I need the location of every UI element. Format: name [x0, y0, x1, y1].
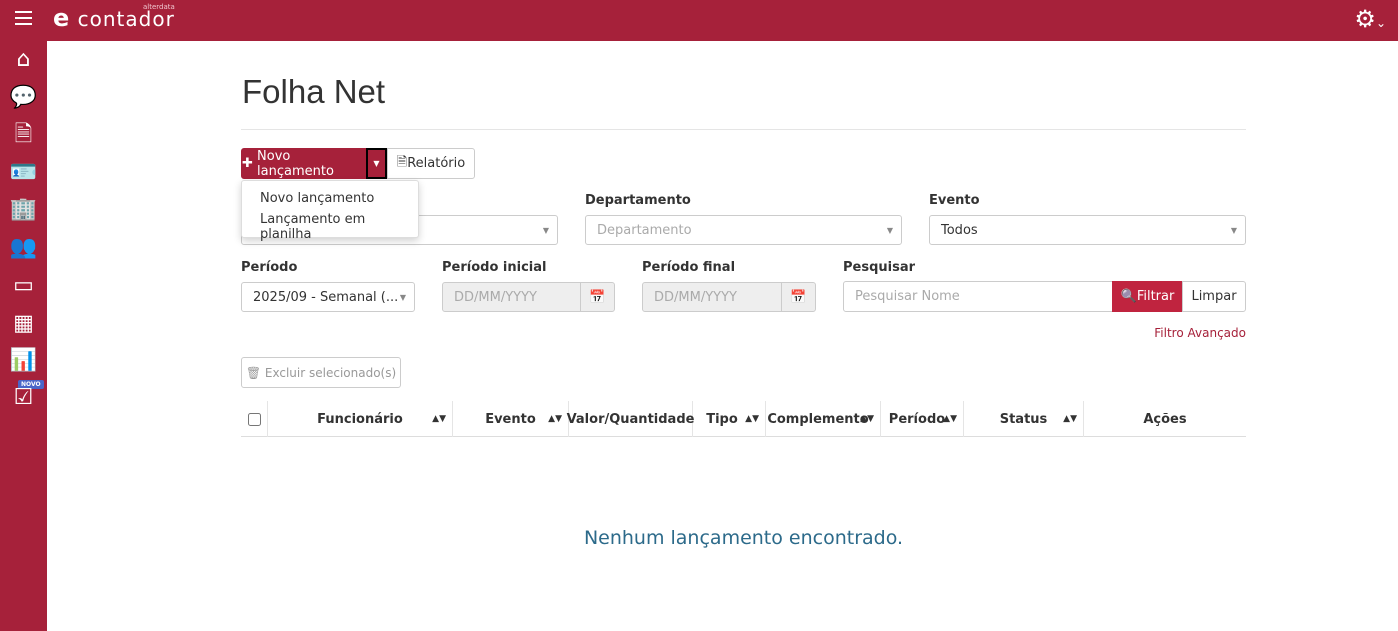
clear-button[interactable]: Limpar [1182, 281, 1246, 312]
building-icon[interactable]: 🏢 [10, 196, 37, 223]
top-bar: e contador alterdata ⚙⌄ [0, 0, 1398, 41]
column-evento[interactable]: Evento ▲▼ [453, 401, 569, 437]
periodo-inicial-input[interactable]: DD/MM/YYYY [442, 282, 582, 312]
evento-label: Evento [929, 193, 980, 208]
users-icon[interactable]: 👥 [10, 234, 37, 261]
trash-icon: 🗑 [245, 365, 265, 380]
chat-icon[interactable]: 💬 [10, 84, 37, 111]
caret-down-icon: ▼ [373, 159, 380, 168]
new-entry-button[interactable]: ✚ Novo lançamento [241, 148, 367, 179]
advanced-filter-link[interactable]: Filtro Avançado [1154, 326, 1246, 340]
column-tipo[interactable]: Tipo ▲▼ [693, 401, 766, 437]
periodo-select[interactable]: 2025/09 - Semanal (... ▼ [241, 282, 415, 312]
calendar-icon[interactable]: 📅 [580, 282, 615, 312]
departamento-label: Departamento [585, 193, 691, 208]
page-title: Folha Net [242, 73, 386, 110]
checkbox[interactable] [247, 412, 261, 426]
empty-message: Nenhum lançamento encontrado. [583, 527, 904, 549]
hamburger-menu-icon[interactable] [15, 11, 32, 25]
contact-card-icon[interactable]: 🪪 [10, 159, 37, 186]
select-all-checkbox[interactable] [241, 401, 268, 437]
search-input[interactable]: Pesquisar Nome [843, 281, 1113, 312]
search-icon: 🔍 [1120, 289, 1137, 304]
credit-card-icon[interactable]: ▭ [10, 272, 37, 299]
logo: e contador alterdata [53, 3, 175, 32]
column-complemento[interactable]: Complemento ▲▼ [766, 401, 881, 437]
delete-selected-button[interactable]: 🗑 Excluir selecionado(s) [241, 357, 401, 388]
departamento-select[interactable]: Departamento ▼ [585, 215, 902, 245]
column-periodo[interactable]: Período ▲▼ [881, 401, 964, 437]
home-icon[interactable]: ⌂ [10, 46, 37, 73]
periodo-final-label: Período final [642, 260, 736, 275]
pesquisar-label: Pesquisar [843, 260, 916, 275]
settings-gear-icon[interactable]: ⚙⌄ [1354, 5, 1386, 33]
column-valor-quantidade[interactable]: Valor/Quantidade [567, 401, 694, 437]
new-entry-dropdown-toggle[interactable]: ▼ [366, 148, 387, 179]
sidebar: ⌂ 💬 🗎 🪪 🏢 👥 ▭ ▦ NOVO 📊 ☑ [0, 41, 47, 631]
calculator-icon[interactable]: ▦ [10, 310, 37, 337]
menu-item-lancamento-planilha[interactable]: Lançamento em planilha [242, 209, 418, 245]
new-entry-dropdown-menu: Novo lançamento Lançamento em planilha [241, 180, 419, 242]
plus-icon: ✚ [242, 156, 258, 171]
report-button[interactable]: 🗎 Relatório [387, 148, 475, 179]
bar-chart-icon[interactable]: 📊 [10, 347, 37, 374]
periodo-label: Período [241, 260, 298, 275]
periodo-inicial-label: Período inicial [442, 260, 547, 275]
column-status[interactable]: Status ▲▼ [964, 401, 1084, 437]
column-acoes: Ações [1143, 411, 1187, 427]
calendar-icon[interactable]: 📅 [781, 282, 816, 312]
divider [241, 129, 1246, 130]
checkbox-icon[interactable]: ☑ [10, 384, 37, 411]
column-funcionario[interactable]: Funcionário ▲▼ [268, 401, 453, 437]
document-icon[interactable]: 🗎 [10, 122, 37, 149]
file-icon: 🗎 [396, 154, 408, 170]
filter-button[interactable]: 🔍 Filtrar [1112, 281, 1183, 312]
evento-select[interactable]: Todos ▼ [929, 215, 1246, 245]
menu-item-novo-lancamento[interactable]: Novo lançamento [242, 188, 418, 209]
periodo-final-input[interactable]: DD/MM/YYYY [642, 282, 782, 312]
